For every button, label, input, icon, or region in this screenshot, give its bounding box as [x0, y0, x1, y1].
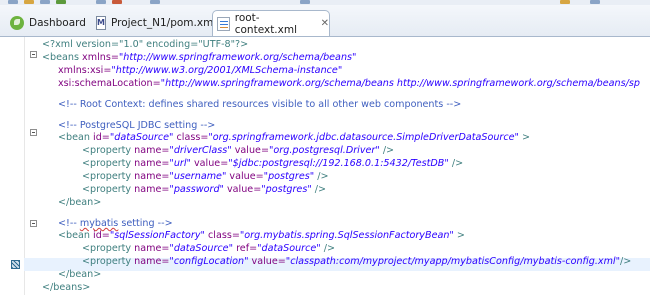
- toolbar-icon[interactable]: [40, 0, 50, 4]
- tab-root-context-xml[interactable]: root-context.xml ✕: [212, 10, 330, 36]
- code-line: </beans>: [42, 282, 91, 293]
- fold-toggle-icon[interactable]: [30, 129, 37, 136]
- code-line: <property name="url" value="$jdbc:postgr…: [82, 158, 464, 169]
- editor-tab-bar: Dashboard M Project_N1/pom.xml root-cont…: [0, 5, 650, 37]
- code-line: <bean id="dataSource" class="org.springf…: [58, 132, 531, 143]
- spring-dashboard-icon: [10, 16, 24, 30]
- xml-file-icon: [217, 16, 230, 31]
- spelling-warning: mybatis: [79, 218, 119, 229]
- code-line: <?xml version="1.0" encoding="UTF-8"?>: [42, 39, 249, 50]
- overview-ruler: [0, 37, 25, 295]
- close-icon[interactable]: ✕: [321, 18, 329, 29]
- tab-label: Dashboard: [29, 17, 86, 29]
- toolbar-icon[interactable]: [590, 0, 600, 4]
- tab-dashboard[interactable]: Dashboard: [6, 11, 88, 35]
- code-line: <property name="configLocation" value="c…: [82, 256, 632, 267]
- code-line: xmlns:xsi="http://www.w3.org/2001/XMLSch…: [58, 65, 343, 76]
- code-line: <property name="password" value="postgre…: [82, 184, 327, 195]
- code-line: xsi:schemaLocation="http://www.springfra…: [58, 78, 640, 89]
- tab-label: root-context.xml: [234, 11, 298, 36]
- toolbar-icon[interactable]: [96, 0, 106, 4]
- code-comment: <!-- Root Context: defines shared resour…: [58, 99, 462, 110]
- maven-pom-icon: M: [96, 16, 106, 30]
- code-line: <bean id="sqlSessionFactory" class="org.…: [58, 230, 465, 241]
- code-line: <beans xmlns="http://www.springframework…: [42, 52, 357, 63]
- fold-toggle-icon[interactable]: [30, 220, 37, 227]
- fold-toggle-icon[interactable]: [30, 51, 37, 58]
- code-line: <property name="driverClass" value="org.…: [82, 145, 395, 156]
- xml-editor[interactable]: <?xml version="1.0" encoding="UTF-8"?> <…: [0, 37, 650, 295]
- code-line: </bean>: [58, 197, 102, 208]
- change-marker-icon: [11, 260, 20, 269]
- toolbar-icon[interactable]: [8, 0, 18, 4]
- toolbar-icon[interactable]: [560, 0, 570, 4]
- tab-label: Project_N1/pom.xml: [110, 17, 217, 29]
- tab-pom-xml[interactable]: M Project_N1/pom.xml: [92, 11, 216, 35]
- toolbar-icon[interactable]: [150, 0, 160, 4]
- toolbar-icon[interactable]: [24, 0, 34, 4]
- toolbar-icon[interactable]: [56, 0, 66, 4]
- code-line: <property name="dataSource" ref="dataSou…: [82, 243, 336, 254]
- code-line: </bean>: [58, 269, 102, 280]
- toolbar-icon[interactable]: [112, 0, 122, 4]
- code-line: <property name="username" value="postgre…: [82, 171, 329, 182]
- toolbar-icon[interactable]: [300, 0, 310, 4]
